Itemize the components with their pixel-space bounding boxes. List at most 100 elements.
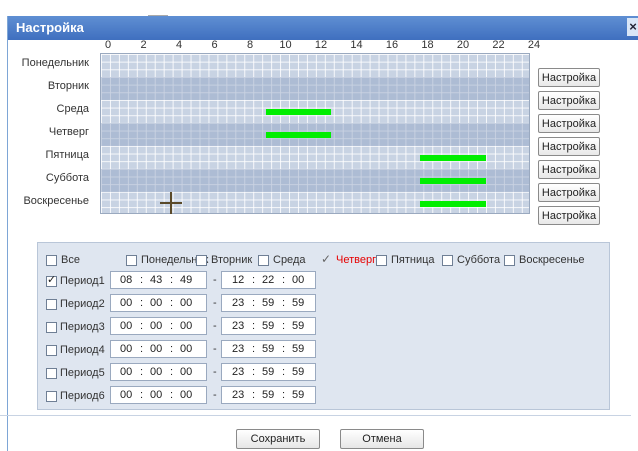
day-setting-button[interactable]: Настройка [538, 183, 600, 202]
period-end-time-field[interactable]: 23:59:59 [221, 363, 316, 381]
time-segment[interactable]: 59 [292, 318, 304, 334]
day-label: Воскресенье [23, 195, 89, 207]
time-separator: : [282, 343, 286, 355]
hour-label: 6 [211, 39, 218, 51]
range-separator: - [213, 366, 217, 378]
grid-row[interactable] [101, 54, 529, 77]
time-segment[interactable]: 00 [180, 318, 192, 334]
time-segment[interactable]: 49 [180, 272, 192, 288]
day-checkbox[interactable] [258, 255, 269, 266]
period-checkbox[interactable] [46, 391, 57, 402]
time-segment[interactable]: 59 [262, 387, 274, 403]
checked-mark-icon[interactable]: ✓ [321, 253, 332, 265]
grid-row[interactable] [101, 77, 529, 100]
time-segment[interactable]: 00 [120, 364, 132, 380]
time-separator: : [140, 366, 144, 378]
time-segment[interactable]: 23 [232, 387, 244, 403]
day-label: Понедельник [21, 57, 89, 69]
title-bar: Настройка × [8, 16, 638, 40]
close-icon[interactable]: × [627, 18, 638, 36]
hour-label: 16 [385, 39, 399, 51]
period-checkbox[interactable] [46, 273, 57, 287]
time-separator: : [282, 366, 286, 378]
time-separator: : [140, 343, 144, 355]
time-segment[interactable]: 59 [262, 318, 274, 334]
period-label: Период5 [60, 367, 105, 379]
time-segment[interactable]: 00 [150, 295, 162, 311]
time-segment[interactable]: 59 [292, 387, 304, 403]
time-segment[interactable]: 00 [150, 364, 162, 380]
schedule-bar [420, 178, 487, 184]
time-segment[interactable]: 23 [232, 341, 244, 357]
grid-row[interactable] [101, 169, 529, 192]
day-checkbox[interactable] [442, 255, 453, 266]
time-segment[interactable]: 00 [150, 341, 162, 357]
day-setting-button[interactable]: Настройка [538, 114, 600, 133]
time-separator: : [282, 320, 286, 332]
day-setting-button[interactable]: Настройка [538, 91, 600, 110]
save-button[interactable]: Сохранить [236, 429, 320, 449]
time-segment[interactable]: 59 [292, 295, 304, 311]
period-end-time-field[interactable]: 12:22:00 [221, 271, 316, 289]
period-end-time-field[interactable]: 23:59:59 [221, 294, 316, 312]
period-start-time-field[interactable]: 00:00:00 [110, 317, 207, 335]
period-checkbox[interactable] [46, 299, 57, 310]
time-separator: : [170, 366, 174, 378]
day-checkbox-label: Воскресенье [519, 254, 585, 266]
hour-label: 4 [175, 39, 183, 51]
day-checkbox[interactable] [196, 255, 207, 266]
period-start-time-field[interactable]: 00:00:00 [110, 340, 207, 358]
period-start-time-field[interactable]: 08:43:49 [110, 271, 207, 289]
time-segment[interactable]: 00 [150, 318, 162, 334]
time-segment[interactable]: 00 [180, 364, 192, 380]
period-checkbox[interactable] [46, 368, 57, 379]
period-end-time-field[interactable]: 23:59:59 [221, 340, 316, 358]
time-segment[interactable]: 00 [180, 341, 192, 357]
cancel-button[interactable]: Отмена [340, 429, 424, 449]
grid-row[interactable] [101, 123, 529, 146]
period-checkbox[interactable] [46, 322, 57, 333]
time-segment[interactable]: 00 [180, 387, 192, 403]
grid-row[interactable] [101, 100, 529, 123]
time-segment[interactable]: 23 [232, 295, 244, 311]
day-setting-button[interactable]: Настройка [538, 160, 600, 179]
hour-label: 12 [314, 39, 328, 51]
time-segment[interactable]: 59 [292, 341, 304, 357]
time-segment[interactable]: 23 [232, 318, 244, 334]
time-segment[interactable]: 59 [262, 295, 274, 311]
period-label: Период4 [60, 344, 105, 356]
period-start-time-field[interactable]: 00:00:00 [110, 386, 207, 404]
time-segment[interactable]: 59 [262, 364, 274, 380]
day-checkbox[interactable] [46, 255, 57, 266]
time-segment[interactable]: 00 [292, 272, 304, 288]
time-segment[interactable]: 00 [120, 341, 132, 357]
time-segment[interactable]: 00 [120, 295, 132, 311]
time-segment[interactable]: 00 [180, 295, 192, 311]
time-segment[interactable]: 00 [120, 387, 132, 403]
schedule-bar [420, 155, 487, 161]
time-segment[interactable]: 08 [120, 272, 132, 288]
day-setting-button[interactable]: Настройка [538, 206, 600, 225]
day-checkbox[interactable] [504, 255, 515, 266]
time-segment[interactable]: 59 [292, 364, 304, 380]
time-segment[interactable]: 22 [262, 272, 274, 288]
day-label: Среда [56, 103, 89, 115]
period-start-time-field[interactable]: 00:00:00 [110, 294, 207, 312]
period-checkbox[interactable] [46, 345, 57, 356]
crosshair-cursor-icon-vertical [170, 192, 172, 214]
grid-row[interactable] [101, 146, 529, 169]
period-start-time-field[interactable]: 00:00:00 [110, 363, 207, 381]
day-setting-button[interactable]: Настройка [538, 68, 600, 87]
time-segment[interactable]: 00 [120, 318, 132, 334]
period-end-time-field[interactable]: 23:59:59 [221, 317, 316, 335]
schedule-grid[interactable] [100, 53, 530, 214]
time-segment[interactable]: 43 [150, 272, 162, 288]
time-segment[interactable]: 59 [262, 341, 274, 357]
day-checkbox[interactable] [126, 255, 137, 266]
day-setting-button[interactable]: Настройка [538, 137, 600, 156]
time-segment[interactable]: 23 [232, 364, 244, 380]
day-checkbox[interactable] [376, 255, 387, 266]
time-segment[interactable]: 00 [150, 387, 162, 403]
time-segment[interactable]: 12 [232, 272, 244, 288]
period-end-time-field[interactable]: 23:59:59 [221, 386, 316, 404]
